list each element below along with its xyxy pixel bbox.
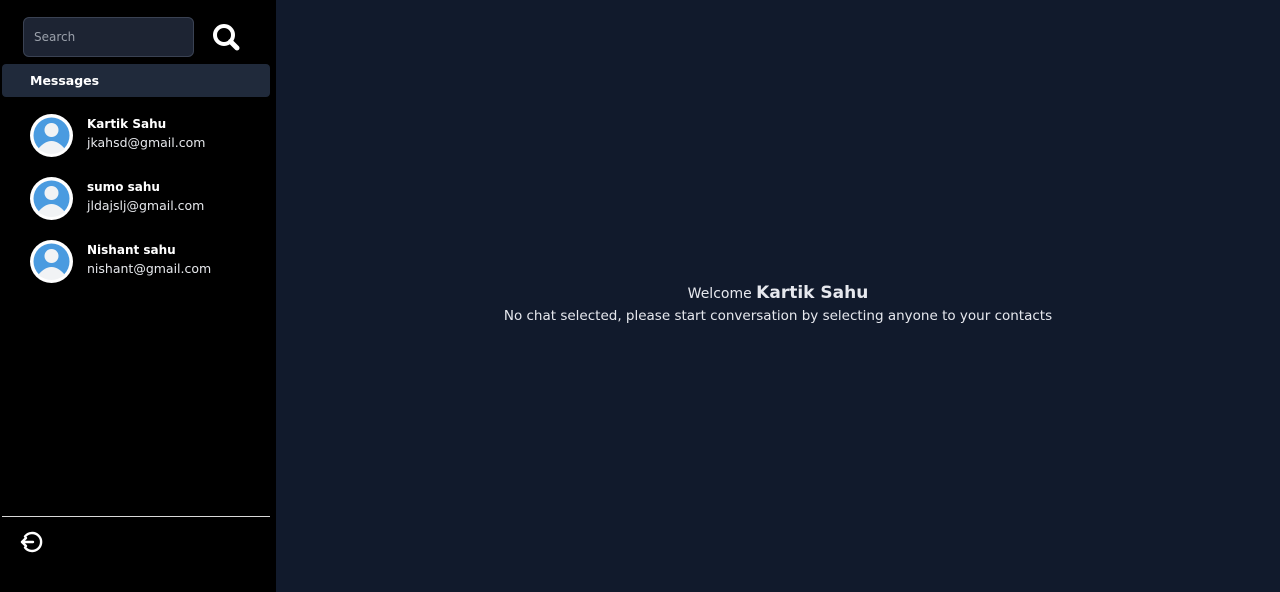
welcome-user-name: Kartik Sahu [756,283,869,303]
logout-icon [20,531,43,553]
welcome-prefix: Welcome [687,286,752,302]
contact-item[interactable]: Nishant sahu nishant@gmail.com [30,240,270,284]
search-input[interactable] [23,17,194,57]
user-avatar-icon [30,240,73,283]
chat-app: Messages Kartik Sahu jkahsd@gmail.com [0,0,1280,592]
contact-email: nishant@gmail.com [87,261,212,276]
logout-button[interactable] [18,529,44,555]
user-avatar-icon [30,177,73,220]
search-button[interactable] [211,22,241,52]
contact-item[interactable]: Kartik Sahu jkahsd@gmail.com [30,114,270,158]
contact-name: sumo sahu [87,180,160,194]
contact-name: Nishant sahu [87,243,176,257]
contact-item[interactable]: sumo sahu jldajslj@gmail.com [30,177,270,221]
contact-email: jkahsd@gmail.com [87,135,206,150]
messages-header: Messages [2,64,270,97]
chat-panel: Welcome Kartik Sahu No chat selected, pl… [276,0,1280,592]
contact-name: Kartik Sahu [87,117,167,131]
search-icon [213,24,240,51]
welcome-line: Welcome Kartik Sahu [276,282,1280,305]
sidebar: Messages Kartik Sahu jkahsd@gmail.com [0,0,276,592]
user-avatar-icon [30,114,73,157]
contact-email: jldajslj@gmail.com [87,198,205,213]
no-chat-message: No chat selected, please start conversat… [503,308,1053,324]
empty-state: Welcome Kartik Sahu No chat selected, pl… [276,282,1280,326]
sidebar-divider [2,516,270,517]
